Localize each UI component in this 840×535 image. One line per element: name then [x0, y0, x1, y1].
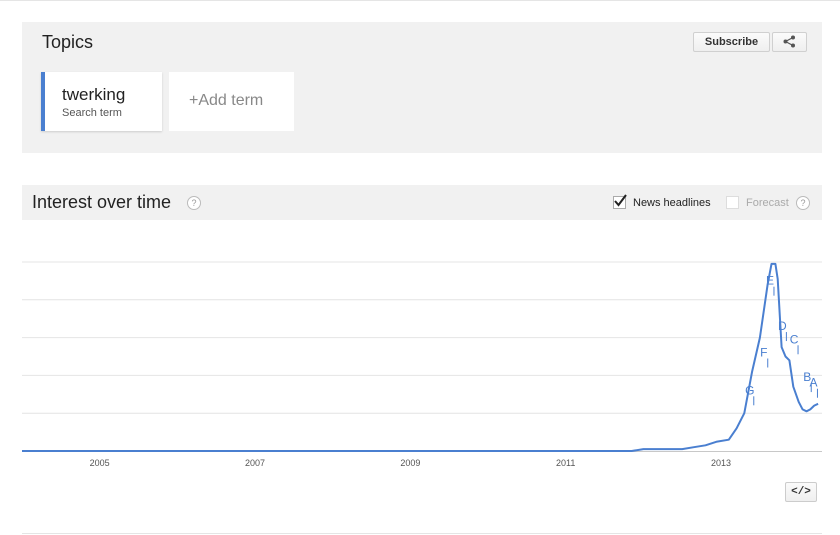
annotation-label-f: F [760, 346, 767, 360]
x-tick-label: 2007 [245, 458, 265, 468]
x-tick-label: 2009 [400, 458, 420, 468]
x-tick-label: 2011 [556, 458, 575, 468]
annotation-label-c: C [790, 332, 799, 346]
x-tick-label: 2005 [90, 458, 110, 468]
annotation-label-e: E [766, 274, 774, 288]
interest-chart: 2005 2007 2009 2011 2013GFEDCBA [22, 261, 822, 468]
annotation-label-d: D [778, 319, 787, 333]
embed-button[interactable]: </> [785, 482, 817, 502]
annotation-label-a: A [809, 376, 817, 390]
annotation-label-g: G [745, 383, 754, 397]
bottom-divider [22, 533, 822, 534]
series-line [22, 262, 819, 452]
x-tick-label: 2013 [711, 458, 731, 468]
